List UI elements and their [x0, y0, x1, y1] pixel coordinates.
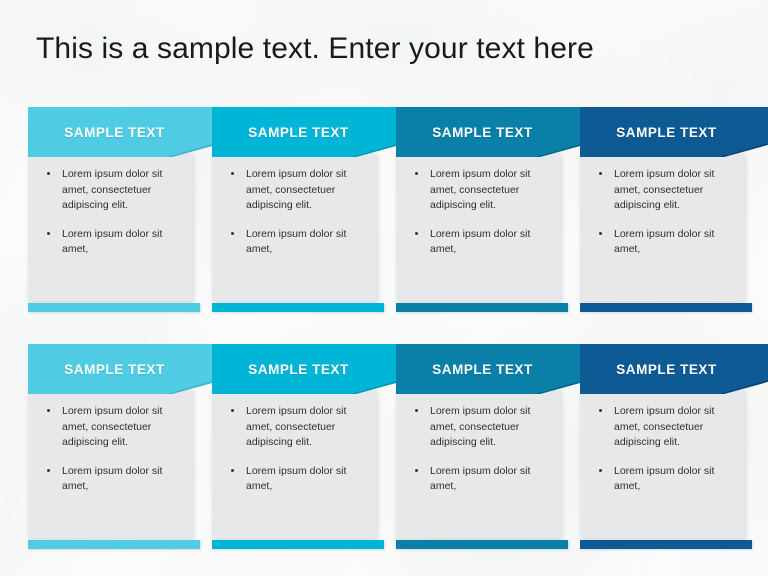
card-header-ribbon[interactable]: SAMPLE TEXT — [396, 107, 591, 157]
bullet-text: Lorem ipsum dolor sit amet, — [246, 464, 347, 493]
card-footer-bar — [28, 303, 200, 312]
bullet-text: Lorem ipsum dolor sit amet, consectetuer… — [614, 405, 715, 448]
bullet-text: Lorem ipsum dolor sit amet, consectetuer… — [246, 405, 347, 448]
bullet-list: Lorem ipsum dolor sit amet, consectetuer… — [590, 167, 733, 258]
bullet-text: Lorem ipsum dolor sit amet, — [62, 227, 163, 256]
card-body: Lorem ipsum dolor sit amet, consectetuer… — [396, 390, 561, 538]
card-body: Lorem ipsum dolor sit amet, consectetuer… — [580, 390, 745, 538]
card-header-label: SAMPLE TEXT — [64, 124, 165, 140]
card-body: Lorem ipsum dolor sit amet, consectetuer… — [580, 153, 745, 301]
bullet-dot-icon — [231, 468, 234, 472]
card-header-ribbon[interactable]: SAMPLE TEXT — [28, 344, 223, 394]
card-7[interactable]: SAMPLE TEXT Lorem ipsum dolor sit amet, c… — [396, 344, 591, 549]
bullet-dot-icon — [47, 468, 50, 472]
card-footer-bar — [28, 540, 200, 549]
card-body: Lorem ipsum dolor sit amet, consectetuer… — [212, 153, 377, 301]
card-header-ribbon[interactable]: SAMPLE TEXT — [28, 107, 223, 157]
bullet-text: Lorem ipsum dolor sit amet, consectetuer… — [246, 168, 347, 211]
bullet-text: Lorem ipsum dolor sit amet, — [614, 227, 715, 256]
bullet-dot-icon — [415, 231, 418, 235]
bullet-text: Lorem ipsum dolor sit amet, — [430, 464, 531, 493]
card-header-label: SAMPLE TEXT — [616, 361, 717, 377]
bullet-text: Lorem ipsum dolor sit amet, — [430, 227, 531, 256]
bullet-item: Lorem ipsum dolor sit amet, consectetuer… — [406, 404, 549, 451]
bullet-list: Lorem ipsum dolor sit amet, consectetuer… — [590, 404, 733, 495]
bullet-list: Lorem ipsum dolor sit amet, consectetuer… — [38, 404, 181, 495]
card-footer-bar — [212, 303, 384, 312]
bullet-item: Lorem ipsum dolor sit amet, — [406, 464, 549, 495]
card-footer-bar — [396, 303, 568, 312]
bullet-dot-icon — [599, 468, 602, 472]
bullet-text: Lorem ipsum dolor sit amet, — [62, 464, 163, 493]
card-5[interactable]: SAMPLE TEXT Lorem ipsum dolor sit amet, c… — [28, 344, 223, 549]
bullet-dot-icon — [415, 409, 418, 412]
bullet-text: Lorem ipsum dolor sit amet, — [614, 464, 715, 493]
bullet-list: Lorem ipsum dolor sit amet, consectetuer… — [406, 404, 549, 495]
bullet-dot-icon — [599, 231, 602, 235]
card-footer-bar — [580, 303, 752, 312]
bullet-item: Lorem ipsum dolor sit amet, — [222, 227, 365, 258]
card-4[interactable]: SAMPLE TEXT Lorem ipsum dolor sit amet, c… — [580, 107, 768, 312]
bullet-item: Lorem ipsum dolor sit amet, — [406, 227, 549, 258]
bullet-dot-icon — [415, 468, 418, 472]
card-header-label: SAMPLE TEXT — [432, 124, 533, 140]
card-body: Lorem ipsum dolor sit amet, consectetuer… — [396, 153, 561, 301]
bullet-dot-icon — [47, 231, 50, 235]
card-2[interactable]: SAMPLE TEXT Lorem ipsum dolor sit amet, c… — [212, 107, 407, 312]
bullet-dot-icon — [599, 172, 602, 175]
bullet-text: Lorem ipsum dolor sit amet, consectetuer… — [430, 168, 531, 211]
card-body: Lorem ipsum dolor sit amet, consectetuer… — [28, 390, 193, 538]
bullet-item: Lorem ipsum dolor sit amet, consectetuer… — [590, 167, 733, 214]
bullet-dot-icon — [47, 172, 50, 175]
bullet-item: Lorem ipsum dolor sit amet, — [590, 464, 733, 495]
bullet-item: Lorem ipsum dolor sit amet, — [590, 227, 733, 258]
bullet-item: Lorem ipsum dolor sit amet, consectetuer… — [590, 404, 733, 451]
card-1[interactable]: SAMPLE TEXT Lorem ipsum dolor sit amet, c… — [28, 107, 223, 312]
bullet-item: Lorem ipsum dolor sit amet, consectetuer… — [38, 404, 181, 451]
bullet-dot-icon — [47, 409, 50, 412]
bullet-text: Lorem ipsum dolor sit amet, consectetuer… — [62, 405, 163, 448]
bullet-item: Lorem ipsum dolor sit amet, consectetuer… — [38, 167, 181, 214]
card-6[interactable]: SAMPLE TEXT Lorem ipsum dolor sit amet, c… — [212, 344, 407, 549]
bullet-list: Lorem ipsum dolor sit amet, consectetuer… — [406, 167, 549, 258]
bullet-item: Lorem ipsum dolor sit amet, consectetuer… — [222, 404, 365, 451]
card-body: Lorem ipsum dolor sit amet, consectetuer… — [212, 390, 377, 538]
bullet-dot-icon — [231, 172, 234, 175]
bullet-dot-icon — [599, 409, 602, 412]
card-header-ribbon[interactable]: SAMPLE TEXT — [580, 107, 768, 157]
bullet-dot-icon — [231, 231, 234, 235]
bullet-list: Lorem ipsum dolor sit amet, consectetuer… — [222, 167, 365, 258]
bullet-dot-icon — [231, 409, 234, 412]
card-header-label: SAMPLE TEXT — [432, 361, 533, 377]
bullet-list: Lorem ipsum dolor sit amet, consectetuer… — [38, 167, 181, 258]
bullet-text: Lorem ipsum dolor sit amet, consectetuer… — [62, 168, 163, 211]
bullet-dot-icon — [415, 172, 418, 175]
bullet-item: Lorem ipsum dolor sit amet, — [38, 464, 181, 495]
card-footer-bar — [396, 540, 568, 549]
bullet-text: Lorem ipsum dolor sit amet, consectetuer… — [614, 168, 715, 211]
card-body: Lorem ipsum dolor sit amet, consectetuer… — [28, 153, 193, 301]
bullet-item: Lorem ipsum dolor sit amet, consectetuer… — [222, 167, 365, 214]
card-8[interactable]: SAMPLE TEXT Lorem ipsum dolor sit amet, c… — [580, 344, 768, 549]
bullet-item: Lorem ipsum dolor sit amet, — [222, 464, 365, 495]
slide-title[interactable]: This is a sample text. Enter your text h… — [36, 28, 594, 70]
card-header-label: SAMPLE TEXT — [64, 361, 165, 377]
card-header-ribbon[interactable]: SAMPLE TEXT — [212, 344, 407, 394]
card-header-ribbon[interactable]: SAMPLE TEXT — [580, 344, 768, 394]
bullet-text: Lorem ipsum dolor sit amet, consectetuer… — [430, 405, 531, 448]
card-header-label: SAMPLE TEXT — [248, 124, 349, 140]
bullet-list: Lorem ipsum dolor sit amet, consectetuer… — [222, 404, 365, 495]
card-header-label: SAMPLE TEXT — [616, 124, 717, 140]
card-header-ribbon[interactable]: SAMPLE TEXT — [396, 344, 591, 394]
bullet-item: Lorem ipsum dolor sit amet, consectetuer… — [406, 167, 549, 214]
bullet-item: Lorem ipsum dolor sit amet, — [38, 227, 181, 258]
slide-canvas: This is a sample text. Enter your text h… — [0, 0, 768, 576]
card-header-ribbon[interactable]: SAMPLE TEXT — [212, 107, 407, 157]
card-header-label: SAMPLE TEXT — [248, 361, 349, 377]
card-footer-bar — [580, 540, 752, 549]
bullet-text: Lorem ipsum dolor sit amet, — [246, 227, 347, 256]
card-footer-bar — [212, 540, 384, 549]
card-3[interactable]: SAMPLE TEXT Lorem ipsum dolor sit amet, c… — [396, 107, 591, 312]
